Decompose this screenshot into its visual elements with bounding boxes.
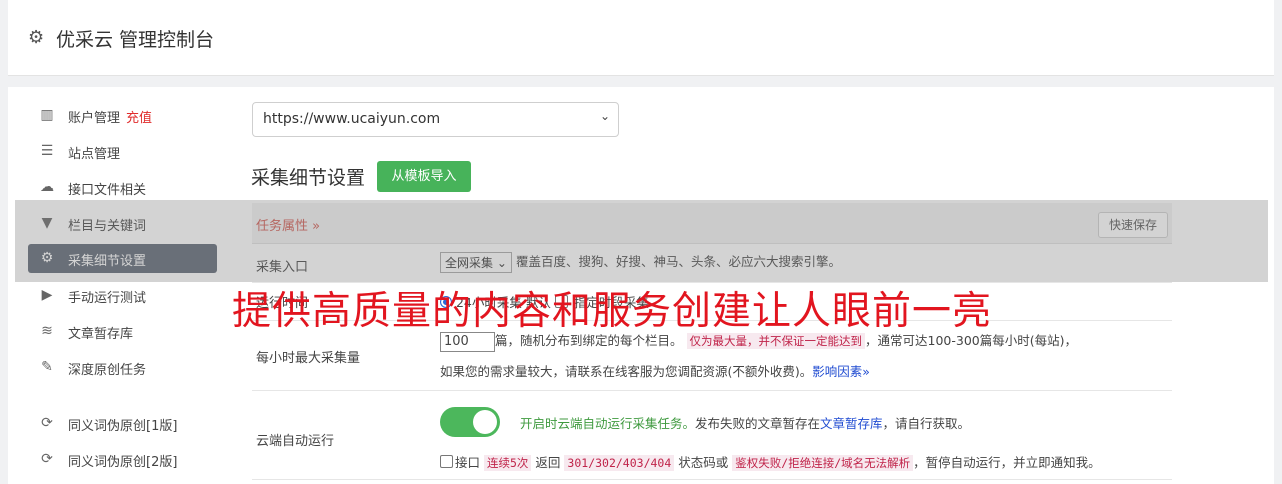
sidebar-item-sites[interactable]: ☰ 站点管理	[28, 137, 217, 166]
chevron-down-icon: ⌄	[599, 109, 610, 123]
sidebar-item-deep-original[interactable]: ✎ 深度原创任务	[28, 353, 217, 382]
sidebar-item-account[interactable]: ▥ 账户管理 充值	[28, 101, 217, 130]
header-bar: ⚙ 优采云 管理控制台	[8, 0, 1274, 76]
refresh-icon: ⟳	[41, 451, 53, 467]
page-title: 优采云 管理控制台	[56, 29, 215, 51]
toggle-knob	[473, 410, 497, 434]
factors-link[interactable]: 影响因素»	[812, 364, 870, 379]
bar-chart-icon: ▥	[40, 107, 54, 123]
sidebar-item-manual-run[interactable]: ▶ 手动运行测试	[28, 281, 217, 310]
section-title: 采集细节设置	[251, 167, 366, 189]
overlay-band	[15, 200, 1268, 282]
sidebar-item-article-store[interactable]: ≋ 文章暂存库	[28, 317, 217, 346]
recharge-link[interactable]: 充值	[126, 111, 152, 126]
server-icon: ☰	[40, 143, 54, 159]
database-icon: ≋	[41, 323, 53, 339]
article-store-link[interactable]: 文章暂存库	[820, 416, 883, 431]
edit-icon: ✎	[41, 359, 53, 375]
refresh-icon: ⟳	[41, 415, 53, 431]
cloud-upload-icon: ☁	[40, 179, 54, 195]
cloud-run-row: 云端自动运行 开启时云端自动运行采集任务。发布失败的文章暂存在文章暂存库，请自行…	[252, 391, 1172, 480]
site-select[interactable]: https://www.ucaiyun.com ⌄	[252, 102, 619, 137]
cloud-run-toggle[interactable]	[440, 407, 500, 437]
api-pause-checkbox[interactable]	[440, 455, 453, 468]
sidebar-item-synonym-v2[interactable]: ⟳ 同义词伪原创[2版]	[28, 445, 217, 474]
sidebar-item-interface-files[interactable]: ☁ 接口文件相关	[28, 173, 217, 202]
play-circle-icon: ▶	[41, 287, 53, 303]
sidebar-item-synonym-v1[interactable]: ⟳ 同义词伪原创[1版]	[28, 409, 217, 438]
import-template-button[interactable]: 从模板导入	[377, 161, 471, 192]
gear-icon: ⚙	[28, 27, 45, 48]
overlay-slogan: 提供高质量的内容和服务创建让人眼前一亮	[232, 289, 993, 334]
